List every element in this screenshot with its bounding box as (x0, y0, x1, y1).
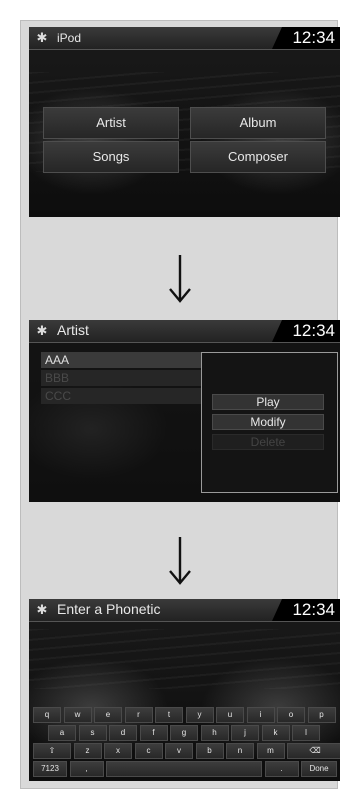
composer-button[interactable]: Composer (190, 141, 326, 173)
key-q[interactable]: q (33, 707, 61, 723)
numbers-key[interactable]: 7123 (33, 761, 67, 777)
key-l[interactable]: l (292, 725, 320, 741)
key-e[interactable]: e (94, 707, 122, 723)
key-f[interactable]: f (139, 725, 168, 741)
key-z[interactable]: z (73, 743, 102, 759)
key-o[interactable]: o (277, 707, 305, 723)
screen-title: iPod (57, 31, 82, 45)
backspace-key[interactable]: ⌫ (287, 743, 340, 759)
album-button[interactable]: Album (190, 107, 326, 139)
key-v[interactable]: v (165, 743, 193, 759)
shift-key[interactable]: ⇧ (33, 743, 71, 759)
key-c[interactable]: c (134, 743, 163, 759)
arrow-down-icon (169, 255, 191, 303)
artist-screen: ✱ Artist 12:34 AAA BBB CCC Play Modify D… (29, 320, 340, 502)
options-popup: Play Modify Delete (201, 352, 338, 493)
screen-title: Enter a Phonetic (57, 601, 161, 617)
phonetic-screen: ✱ Enter a Phonetic 12:34 qwertyuiop asdfg… (29, 599, 340, 781)
key-t[interactable]: t (155, 707, 183, 723)
key-r[interactable]: r (124, 707, 153, 723)
clock: 12:34 (292, 28, 335, 47)
list-item-aaa[interactable]: AAA (41, 352, 201, 368)
key-b[interactable]: b (195, 743, 224, 759)
play-button[interactable]: Play (212, 394, 324, 410)
key-x[interactable]: x (104, 743, 132, 759)
key-i[interactable]: i (246, 707, 275, 723)
key-h[interactable]: h (200, 725, 229, 741)
key-s[interactable]: s (78, 725, 107, 741)
title-bar: ✱ iPod 12:34 (29, 27, 340, 50)
key-k[interactable]: k (261, 725, 290, 741)
title-bar: ✱ Enter a Phonetic 12:34 (29, 599, 340, 622)
key-a[interactable]: a (48, 725, 76, 741)
key-g[interactable]: g (170, 725, 198, 741)
clock: 12:34 (292, 321, 335, 340)
done-key[interactable]: Done (301, 761, 337, 777)
comma-key[interactable]: , (69, 761, 104, 777)
artist-button[interactable]: Artist (43, 107, 179, 139)
list-item-bbb[interactable]: BBB (41, 370, 201, 386)
gear-icon[interactable]: ✱ (35, 603, 49, 617)
key-n[interactable]: n (226, 743, 254, 759)
arrow-down-icon (169, 537, 191, 585)
key-j[interactable]: j (231, 725, 259, 741)
ipod-screen: ✱ iPod 12:34 Artist Album Songs Composer (29, 27, 340, 217)
songs-button[interactable]: Songs (43, 141, 179, 173)
clock: 12:34 (292, 600, 335, 619)
gear-icon[interactable]: ✱ (35, 31, 49, 45)
key-u[interactable]: u (216, 707, 244, 723)
key-d[interactable]: d (109, 725, 137, 741)
gear-icon[interactable]: ✱ (35, 324, 49, 338)
key-y[interactable]: y (185, 707, 214, 723)
key-p[interactable]: p (307, 707, 336, 723)
key-w[interactable]: w (63, 707, 92, 723)
list-item-ccc[interactable]: CCC (41, 388, 201, 404)
space-key[interactable] (106, 761, 262, 777)
period-key[interactable]: . (264, 761, 299, 777)
key-m[interactable]: m (256, 743, 285, 759)
title-bar: ✱ Artist 12:34 (29, 320, 340, 343)
modify-button[interactable]: Modify (212, 414, 324, 430)
screen-title: Artist (57, 322, 89, 338)
delete-button[interactable]: Delete (212, 434, 324, 450)
